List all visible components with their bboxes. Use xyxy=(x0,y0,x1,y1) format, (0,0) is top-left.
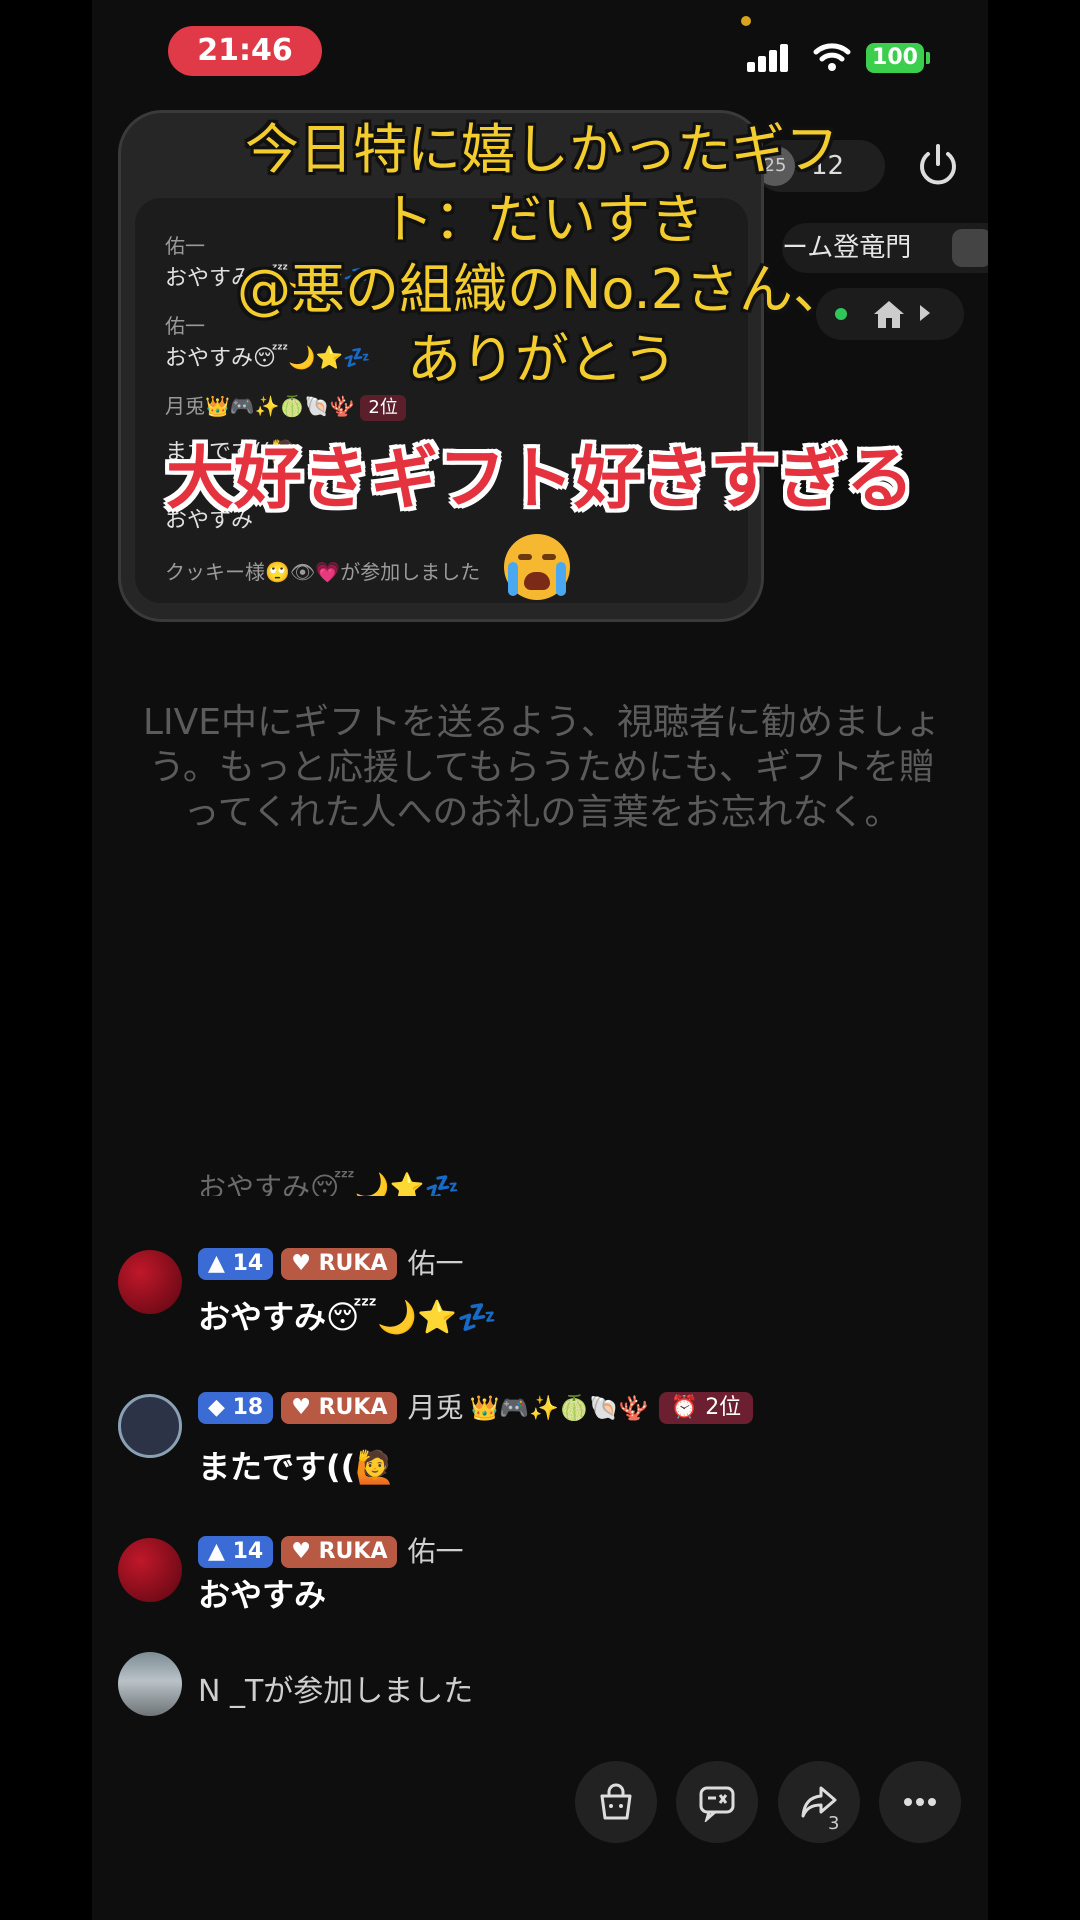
comment-badges: ▲ 14 ♥ RUKA 佑一 xyxy=(198,1536,464,1570)
comment-badges: ▲ 14 ♥ RUKA 佑一 xyxy=(198,1248,464,1282)
caption-line: ありがとう xyxy=(407,328,677,391)
more-icon xyxy=(904,1798,936,1806)
crying-face-icon xyxy=(504,534,570,600)
fan-badge: ♥ RUKA xyxy=(281,1536,398,1568)
caption-line: 今日特に嬉しかったギフ xyxy=(245,118,839,181)
battery-indicator: 100 xyxy=(866,43,930,73)
wifi-icon xyxy=(813,43,851,71)
share-count: 3 xyxy=(828,1813,840,1834)
level-badge: ◆ 18 xyxy=(198,1392,274,1424)
level-badge: ▲ 14 xyxy=(198,1248,274,1280)
pip-rank-badge: 2位 xyxy=(360,395,406,421)
avatar[interactable] xyxy=(118,1538,182,1602)
status-time: 21:46 xyxy=(168,26,322,76)
shopping-bag-icon xyxy=(600,1783,632,1820)
caption-red: 大好きギフト好きすぎる xyxy=(165,440,914,519)
avatar[interactable] xyxy=(118,1652,182,1716)
camera-indicator xyxy=(741,16,751,26)
avatar[interactable] xyxy=(118,1250,182,1314)
signal-icon xyxy=(747,44,797,72)
live-screen: 21:46 100 25 12 ーム登竜門 佑一 おやすみ😴🌙⭐💤 佑一 おやす… xyxy=(92,0,988,1920)
gift-hint-text: LIVE中にギフトを送るよう、視聴者に勧めましょう。もっと応援してもらうためにも… xyxy=(142,702,942,833)
gift-chat-icon xyxy=(699,1786,735,1822)
more-button[interactable] xyxy=(879,1761,961,1843)
comment-badges: ◆ 18 ♥ RUKA 月兎 👑🎮✨🍈🐚🪸 ⏰ 2位 xyxy=(198,1392,754,1426)
rank-badge: ⏰ 2位 xyxy=(658,1392,754,1424)
caption-line: @悪の組織のNo.2さん、 xyxy=(236,258,847,321)
caption-line: ト：だいすき xyxy=(380,188,704,251)
fan-badge: ♥ RUKA xyxy=(281,1392,398,1424)
faded-comment: おやすみ😴🌙⭐💤 xyxy=(198,1171,460,1196)
username[interactable]: 月兎 xyxy=(407,1392,463,1424)
caption-yellow: 今日特に嬉しかったギフ ト：だいすき @悪の組織のNo.2さん、 ありがとう xyxy=(132,115,952,395)
dragon-badge-icon xyxy=(952,229,988,267)
level-badge: ▲ 14 xyxy=(198,1536,274,1568)
username-decoration: 👑🎮✨🍈🐚🪸 xyxy=(469,1394,649,1422)
share-button[interactable]: 3 xyxy=(778,1761,860,1843)
fan-badge: ♥ RUKA xyxy=(281,1248,398,1280)
avatar[interactable] xyxy=(118,1394,182,1458)
join-text: N _Tが参加しました xyxy=(198,1674,474,1709)
gift-chat-button[interactable] xyxy=(676,1761,758,1843)
comment-text: またです((🙋 xyxy=(198,1448,396,1486)
comment-text: おやすみ😴🌙⭐💤 xyxy=(198,1298,497,1336)
pip-line: クッキー様🙄👁💗が参加しました xyxy=(165,560,481,584)
username[interactable]: 佑一 xyxy=(407,1248,463,1280)
shop-button[interactable] xyxy=(575,1761,657,1843)
username[interactable]: 佑一 xyxy=(407,1536,463,1568)
comment-text: おやすみ xyxy=(198,1576,327,1614)
pip-name: 月兎👑🎮✨🍈🐚🪸 xyxy=(165,394,355,418)
